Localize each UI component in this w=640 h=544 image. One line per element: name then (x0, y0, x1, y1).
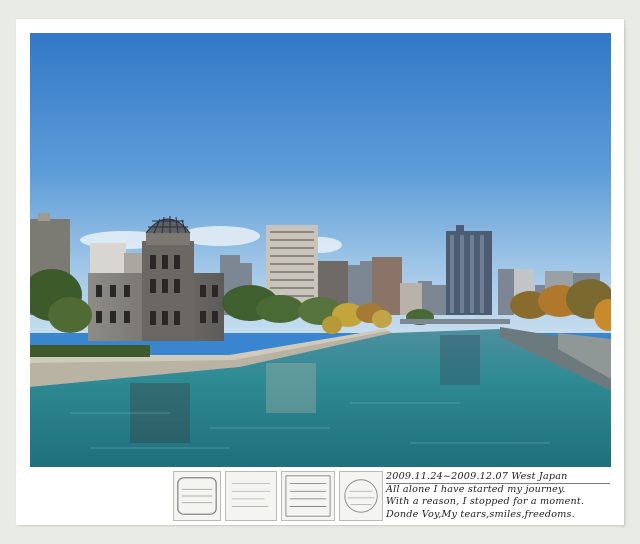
bridge (400, 319, 510, 324)
river-city-photo (30, 33, 611, 467)
caption-line-3: Donde Voy,My tears,smiles,freedoms. (386, 508, 575, 520)
journey-caption: 2009.11.24~2009.12.07 West Japan All alo… (386, 471, 616, 521)
photo-postcard: 2009.11.24~2009.12.07 West Japan All alo… (0, 0, 640, 544)
caption-line-2: With a reason, I stopped for a moment. (386, 496, 585, 507)
stamp-3 (281, 471, 335, 521)
stamp-1 (173, 471, 221, 521)
caption-line-1: All alone I have started my journey. (386, 483, 566, 495)
passport-stamps (173, 471, 383, 521)
stamp-2 (225, 471, 277, 521)
caption-date: 2009.11.24~2009.12.07 West Japan (386, 471, 568, 482)
photo-illustration (30, 33, 611, 467)
office-tower (446, 225, 492, 315)
stamp-4 (339, 471, 383, 521)
